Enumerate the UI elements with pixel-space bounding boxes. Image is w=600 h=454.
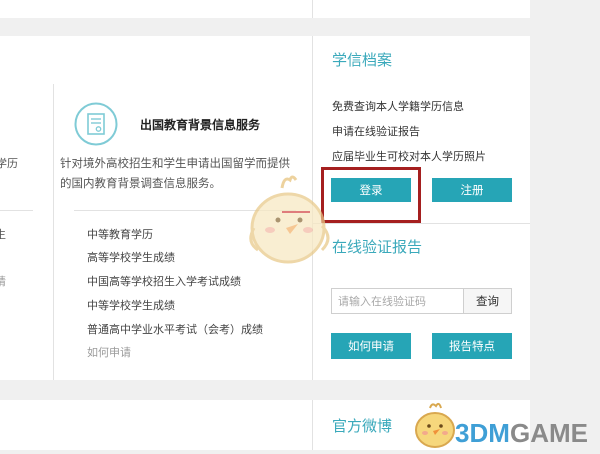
left-column-divider — [53, 84, 54, 380]
xuexin-link-report[interactable]: 申请在线验证报告 — [332, 126, 420, 137]
chick-mascot-image — [238, 172, 342, 270]
watermark-game-text: GAME — [510, 418, 588, 448]
top-divider — [312, 0, 313, 18]
verify-features-button[interactable]: 报告特点 — [432, 333, 512, 359]
xuexin-heading: 学信档案 — [332, 51, 393, 69]
service-item-4[interactable]: 中等学校学生成绩 — [87, 300, 175, 311]
left-fragment-divider — [0, 210, 33, 211]
register-button[interactable]: 注册 — [432, 178, 512, 202]
certificate-icon — [74, 102, 118, 146]
left-fragment-2: 生 — [0, 228, 6, 241]
left-fragment-3: 请 — [0, 275, 6, 288]
verify-heading: 在线验证报告 — [332, 238, 423, 256]
xuexin-link-photo[interactable]: 应届毕业生可校对本人学历照片 — [332, 151, 486, 162]
watermark-chick-icon — [412, 402, 458, 450]
login-button[interactable]: 登录 — [331, 178, 411, 202]
bottom-divider — [312, 400, 313, 450]
service-item-5[interactable]: 普通高中学业水平考试（会考）成绩 — [87, 324, 263, 335]
verify-how-button[interactable]: 如何申请 — [331, 333, 411, 359]
top-strip — [0, 0, 530, 18]
service-apply-link[interactable]: 如何申请 — [87, 347, 131, 358]
sidebar-section-divider — [313, 223, 530, 224]
service-title: 出国教育背景信息服务 — [140, 118, 261, 132]
left-fragment-1: 学历 — [0, 157, 18, 170]
xuexin-link-query[interactable]: 免费查询本人学籍学历信息 — [332, 101, 464, 112]
service-item-2[interactable]: 高等学校学生成绩 — [87, 252, 175, 263]
verify-code-input[interactable] — [331, 288, 464, 314]
weibo-heading: 官方微博 — [332, 417, 393, 435]
verify-query-button[interactable]: 查询 — [463, 288, 512, 314]
watermark-3dm-text: 3DM — [455, 418, 510, 448]
service-item-1[interactable]: 中等教育学历 — [87, 229, 153, 240]
service-item-3[interactable]: 中国高等学校招生入学考试成绩 — [87, 276, 241, 287]
